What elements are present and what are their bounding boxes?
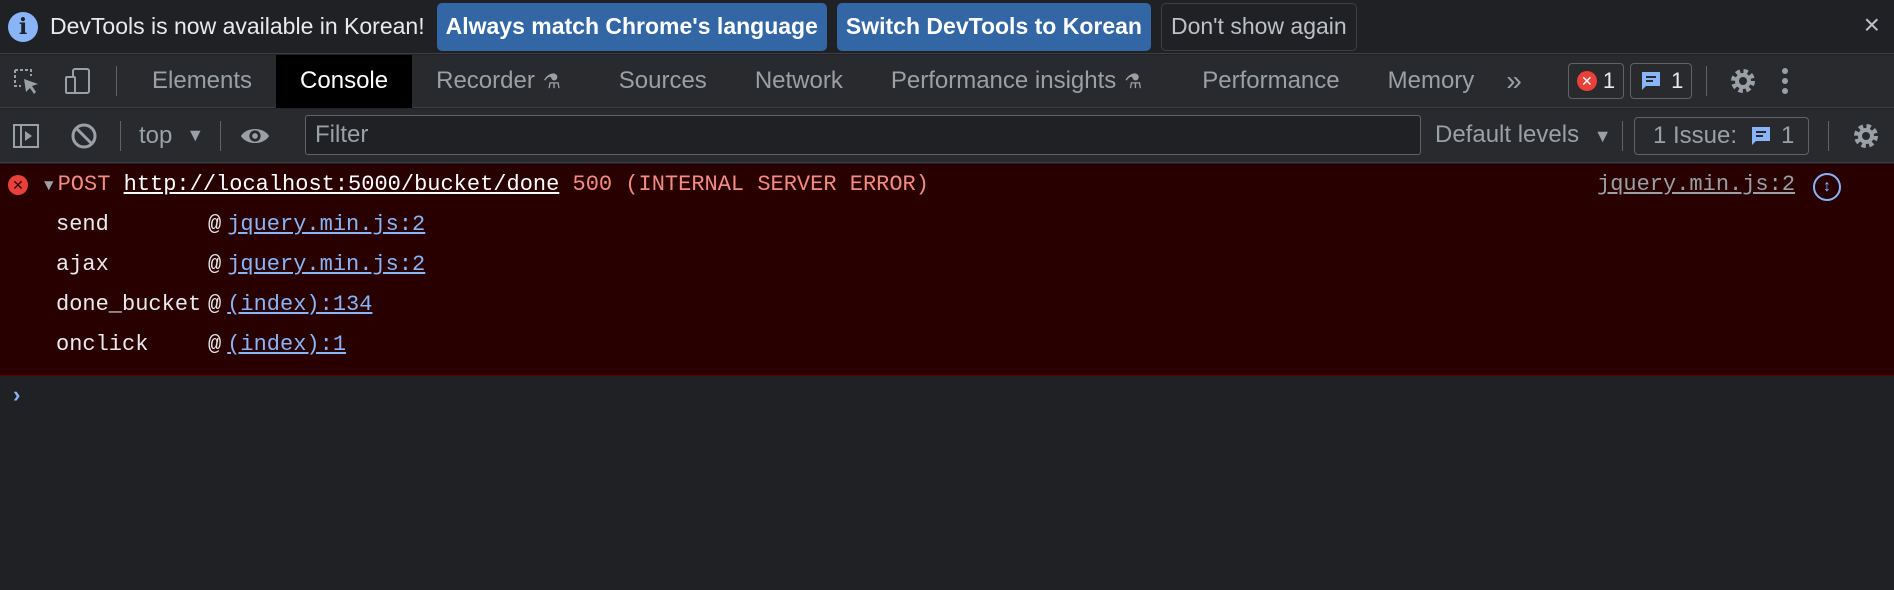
errors-counter[interactable]: ✕ 1 — [1567, 63, 1625, 99]
request-url-link[interactable]: http://localhost:5000/bucket/done — [124, 172, 560, 197]
tab-sources[interactable]: Sources — [595, 55, 731, 108]
stack-frame: done_bucket @ (index):134 — [56, 292, 372, 317]
tab-performance-insights-label: Performance insights — [890, 67, 1117, 94]
experiment-flask-icon: ⚗ — [1124, 70, 1143, 93]
message-icon — [1642, 72, 1661, 90]
error-icon: ✕ — [8, 175, 28, 195]
context-selector[interactable]: top ▼ — [139, 122, 204, 150]
infobar-message: DevTools is now available in Korean! — [50, 13, 425, 39]
log-levels-dropdown[interactable]: Default levels ▼ — [1435, 121, 1612, 149]
error-summary[interactable]: ▼ POST http://localhost:5000/bucket/done … — [44, 172, 929, 197]
replay-xhr-icon[interactable]: ↕ — [1813, 173, 1841, 201]
stack-function: send — [56, 212, 109, 237]
stack-function: ajax — [56, 252, 109, 277]
toolbar-divider — [1706, 66, 1708, 96]
device-toolbar-icon[interactable] — [62, 65, 94, 97]
tab-network[interactable]: Network — [731, 55, 867, 108]
more-options-icon[interactable] — [1769, 65, 1801, 97]
error-icon: ✕ — [1576, 71, 1597, 91]
settings-gear-icon[interactable] — [1727, 65, 1759, 97]
issues-label: 1 Issue: — [1653, 122, 1738, 149]
tab-recorder-label: Recorder — [436, 67, 535, 94]
error-source-link[interactable]: jquery.min.js:2 — [1597, 172, 1795, 197]
errors-count: 1 — [1602, 68, 1616, 93]
info-icon: i — [8, 11, 38, 42]
issues-button[interactable]: 1 Issue: 1 — [1634, 117, 1810, 155]
stack-source-link[interactable]: jquery.min.js:2 — [227, 212, 425, 237]
stack-frame: onclick @ (index):1 — [56, 332, 346, 357]
stack-at: @ — [208, 212, 222, 237]
stack-source-link[interactable]: (index):1 — [227, 332, 346, 357]
more-tabs-icon[interactable]: » — [1498, 55, 1530, 108]
dropdown-arrow-icon: ▼ — [1593, 126, 1612, 146]
dropdown-arrow-icon: ▼ — [186, 125, 205, 145]
filter-input[interactable] — [305, 115, 1421, 155]
stack-frame: ajax @ jquery.min.js:2 — [56, 252, 425, 277]
switch-to-korean-button[interactable]: Switch DevTools to Korean — [836, 2, 1151, 51]
close-icon[interactable]: × — [1864, 9, 1880, 41]
log-levels-label: Default levels — [1435, 121, 1580, 148]
tab-elements[interactable]: Elements — [128, 55, 276, 108]
stack-at: @ — [208, 252, 222, 277]
toolbar-divider — [1828, 121, 1829, 151]
message-icon — [1752, 127, 1771, 145]
tab-console[interactable]: Console — [276, 54, 413, 108]
tab-performance-insights[interactable]: Performance insights ⚗ — [867, 55, 1166, 108]
console-filterbar: top ▼ Default levels ▼ 1 Issue: 1 — [0, 109, 1894, 163]
language-infobar: i DevTools is now available in Korean! A… — [0, 0, 1894, 54]
inspect-element-icon[interactable] — [10, 65, 42, 97]
experiment-flask-icon: ⚗ — [542, 70, 561, 93]
stack-at: @ — [208, 292, 222, 317]
sidebar-toggle-icon[interactable] — [10, 120, 42, 152]
console-error-message: ✕ ▼ POST http://localhost:5000/bucket/don… — [0, 164, 1894, 376]
toolbar-divider — [116, 66, 117, 96]
expand-triangle-icon[interactable]: ▼ — [44, 177, 54, 195]
stack-at: @ — [208, 332, 222, 357]
tab-recorder[interactable]: Recorder ⚗ — [412, 55, 585, 108]
messages-count: 1 — [1671, 68, 1684, 93]
stack-frame: send @ jquery.min.js:2 — [56, 212, 425, 237]
toolbar-divider — [120, 120, 121, 151]
stack-function: onclick — [56, 332, 149, 357]
console-prompt[interactable]: › — [10, 384, 23, 409]
toolbar-divider — [220, 120, 222, 151]
live-expression-eye-icon[interactable] — [239, 120, 271, 152]
panel-tabbar: Elements Console Recorder ⚗ Sources Netwo… — [0, 54, 1894, 108]
always-match-language-button[interactable]: Always match Chrome's language — [436, 2, 827, 51]
request-method: POST — [57, 172, 111, 197]
toolbar-divider — [1622, 121, 1623, 151]
issues-count: 1 — [1781, 122, 1795, 149]
dont-show-again-button[interactable]: Don't show again — [1160, 2, 1357, 51]
tab-performance[interactable]: Performance — [1178, 55, 1363, 108]
console-settings-gear-icon[interactable] — [1850, 120, 1882, 152]
stack-source-link[interactable]: (index):134 — [227, 292, 372, 317]
stack-source-link[interactable]: jquery.min.js:2 — [227, 252, 425, 277]
stack-function: done_bucket — [56, 292, 202, 317]
clear-console-icon[interactable] — [68, 120, 100, 152]
context-label: top — [139, 121, 173, 149]
tab-memory[interactable]: Memory — [1364, 55, 1499, 108]
messages-counter[interactable]: 1 — [1630, 63, 1693, 99]
error-status: 500 (INTERNAL SERVER ERROR) — [572, 172, 929, 197]
